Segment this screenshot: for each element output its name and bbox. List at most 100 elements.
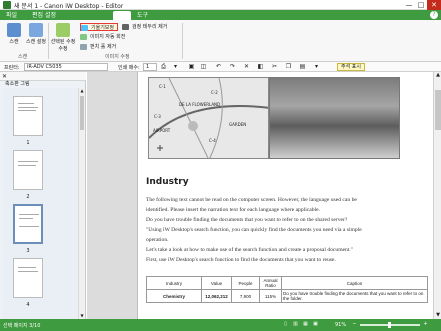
punch-icon bbox=[80, 44, 87, 50]
aerial-photo bbox=[269, 77, 400, 159]
page-thumbnail[interactable] bbox=[13, 258, 43, 298]
thumbnail-scrollbar[interactable]: ▲ ▼ bbox=[78, 88, 84, 319]
scroll-up-icon[interactable]: ▲ bbox=[434, 72, 441, 79]
document-scrollbar[interactable]: ▲ ▼ bbox=[433, 72, 441, 319]
document-page: C-1 C-2 C-3 C-4 AIRPORT GARDEN DE LA FLO… bbox=[137, 72, 433, 319]
redo-icon[interactable]: ↷ bbox=[229, 64, 236, 70]
help-icon[interactable]: ? bbox=[430, 11, 438, 19]
table-cell: Do you have trouble finding the document… bbox=[281, 289, 428, 303]
window-title: 새 문서 1 - Canon iW Desktop - Editor bbox=[14, 3, 124, 10]
view-mode-icon[interactable]: ▦ bbox=[302, 321, 309, 328]
tab-image[interactable] bbox=[113, 11, 131, 20]
tab-tools[interactable]: 도구 bbox=[133, 11, 152, 20]
zoom-in-icon[interactable]: + bbox=[422, 321, 429, 328]
paragraph-line: The following text cannot be read on the… bbox=[146, 197, 357, 203]
zoom-slider-knob[interactable] bbox=[388, 322, 391, 328]
tab-file[interactable]: 파일 bbox=[2, 11, 21, 20]
straighten-icon bbox=[81, 25, 88, 31]
table-cell: 12,062,212 bbox=[201, 289, 232, 303]
view-mode-icon[interactable]: ▣ bbox=[312, 321, 319, 328]
table-row: Chemistry 12,062,212 7,900 115% Do you h… bbox=[146, 289, 428, 303]
paragraph-line: Do you have trouble finding the document… bbox=[146, 217, 348, 223]
scan-settings-button[interactable]: 스캔 설정 bbox=[26, 23, 46, 45]
divider bbox=[182, 23, 183, 59]
table-cell: 7,900 bbox=[231, 289, 260, 303]
undo-icon[interactable]: ↶ bbox=[215, 64, 222, 70]
document-heading: Industry bbox=[146, 177, 189, 187]
map-label: C-2 bbox=[211, 90, 218, 95]
minimize-button[interactable]: — bbox=[403, 0, 415, 10]
map-label: DE LA FLOWERLAND bbox=[179, 102, 221, 107]
zoom-level: 91% bbox=[335, 322, 347, 328]
tab-3[interactable] bbox=[62, 11, 90, 20]
view-mode-icon[interactable]: ▥ bbox=[292, 321, 299, 328]
page-thumbnail[interactable] bbox=[13, 96, 43, 136]
close-button[interactable]: ✕ bbox=[427, 0, 441, 10]
select-edit-button[interactable]: 선택된 수정 수정 bbox=[50, 23, 76, 52]
close-icon[interactable]: ✕ bbox=[2, 73, 7, 80]
tab-edit-settings[interactable]: 편집 설정 bbox=[28, 11, 60, 20]
toolbar-icon[interactable]: ◧ bbox=[257, 64, 264, 70]
chevron-down-icon[interactable]: ▾ bbox=[313, 64, 320, 70]
toolbar-icon[interactable]: ▣ bbox=[188, 64, 195, 70]
paragraph-line: "Using iW Desktop's search function, you… bbox=[146, 227, 362, 233]
paragraph-line: First, use iW Desktop's search function … bbox=[146, 257, 336, 263]
auto-rotate-button[interactable]: 이미지 자동 회전 bbox=[80, 33, 125, 41]
panel-header: ✕ bbox=[0, 72, 86, 81]
scroll-up-icon[interactable]: ▲ bbox=[79, 88, 85, 94]
app-icon bbox=[3, 1, 11, 9]
zoom-out-icon[interactable]: − bbox=[351, 321, 358, 328]
cut-icon[interactable]: ✂ bbox=[271, 64, 278, 70]
print-icon[interactable]: ⎙ bbox=[160, 64, 167, 70]
table-header-row: Industry Value People Annual Ratio Capti… bbox=[146, 276, 428, 290]
border-icon bbox=[122, 24, 129, 30]
punch-hole-button[interactable]: 펀치 홀 제거 bbox=[80, 43, 116, 51]
panel-tool-label: 축소판 그림 bbox=[5, 81, 30, 87]
page-number: 3 bbox=[26, 248, 30, 254]
divider bbox=[48, 23, 49, 59]
map-label: AIRPORT bbox=[153, 128, 171, 133]
scanner-icon bbox=[7, 23, 21, 37]
scan-button[interactable]: 스캔 bbox=[4, 23, 24, 45]
page-thumbnail[interactable] bbox=[13, 150, 43, 190]
page-thumbnail-selected[interactable] bbox=[13, 204, 43, 244]
printer-label: 프린터: bbox=[4, 65, 20, 71]
map-label: C-1 bbox=[159, 84, 166, 89]
delete-icon[interactable]: ✕ bbox=[243, 64, 250, 70]
tab-4[interactable] bbox=[92, 11, 112, 20]
table-header: People bbox=[231, 276, 260, 290]
thumbnail-list[interactable]: 1 2 3 4 bbox=[2, 88, 78, 319]
print-toolbar: 프린터: iR-ADV C5035 인쇄 매수: 1 ⎙ ▾ ▣ ◫ ↶ ↷ ✕… bbox=[0, 62, 441, 72]
scan-settings-icon bbox=[29, 23, 43, 37]
status-text: 선택 페이지 3/10 bbox=[3, 323, 41, 329]
table-header: Value bbox=[201, 276, 232, 290]
straighten-button[interactable]: 기울기보정 bbox=[80, 23, 119, 31]
map-label: C-4 bbox=[209, 138, 216, 143]
copies-input[interactable]: 1 bbox=[143, 63, 157, 71]
page-number: 1 bbox=[26, 140, 30, 146]
toolbar-icon[interactable]: ◫ bbox=[200, 64, 207, 70]
view-mode-icon[interactable]: ▯ bbox=[282, 321, 289, 328]
scroll-thumb[interactable] bbox=[80, 96, 84, 130]
ribbon-tab-bar: 파일 편집 설정 도구 ? bbox=[0, 10, 441, 20]
paragraph-line: identified. Please insert the narration … bbox=[146, 207, 320, 213]
table-header: Industry bbox=[146, 276, 202, 290]
scroll-down-icon[interactable]: ▼ bbox=[434, 312, 441, 319]
black-border-button[interactable]: 검정 테두리 제거 bbox=[122, 23, 167, 31]
printer-select[interactable]: iR-ADV C5035 bbox=[24, 63, 108, 71]
table-cell: 115% bbox=[259, 289, 282, 303]
chevron-down-icon[interactable]: ▾ bbox=[172, 64, 179, 70]
title-bar: 새 문서 1 - Canon iW Desktop - Editor — □ ✕ bbox=[0, 0, 441, 10]
map-label: C-3 bbox=[154, 114, 161, 119]
document-view[interactable]: C-1 C-2 C-3 C-4 AIRPORT GARDEN DE LA FLO… bbox=[87, 72, 433, 319]
maximize-button[interactable]: □ bbox=[415, 0, 427, 10]
map-drawing bbox=[149, 78, 268, 158]
paste-icon[interactable]: ▤ bbox=[299, 64, 306, 70]
copy-icon[interactable]: ❐ bbox=[285, 64, 292, 70]
show-annotations-button[interactable]: 주석 표시 bbox=[337, 63, 365, 71]
table-cell: Chemistry bbox=[146, 289, 202, 303]
map-image: C-1 C-2 C-3 C-4 AIRPORT GARDEN DE LA FLO… bbox=[148, 77, 269, 159]
scroll-thumb[interactable] bbox=[435, 90, 441, 130]
group-image-label: 이미지 수정 bbox=[105, 54, 130, 60]
paragraph-line: Let's take a look at how to make use of … bbox=[146, 247, 354, 253]
